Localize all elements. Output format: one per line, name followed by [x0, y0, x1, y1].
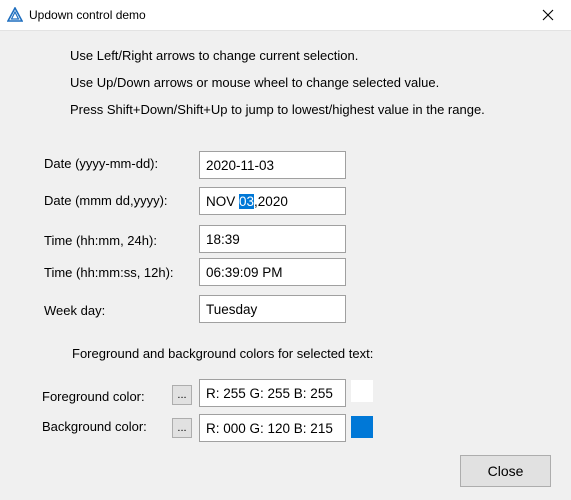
time-12-label: Time (hh:mm:ss, 12h): — [44, 265, 174, 280]
date-long-year: ,2020 — [254, 193, 288, 209]
window-title: Updown control demo — [29, 8, 146, 22]
background-color-value: R: 000 G: 120 B: 215 — [206, 420, 333, 436]
week-day-label: Week day: — [44, 303, 106, 318]
background-color-swatch — [351, 416, 373, 438]
date-long-month: NOV — [206, 193, 240, 209]
date-long-field[interactable]: NOV 03,2020 — [199, 187, 346, 215]
foreground-color-picker-button[interactable]: ... — [172, 385, 192, 405]
close-button[interactable]: Close — [460, 455, 551, 487]
time-12-value: 06:39:09 PM — [206, 264, 283, 280]
week-day-field[interactable]: Tuesday — [199, 295, 346, 323]
background-color-field[interactable]: R: 000 G: 120 B: 215 — [199, 414, 346, 442]
background-color-picker-button[interactable]: ... — [172, 418, 192, 438]
instruction-line-2: Use Up/Down arrows or mouse wheel to cha… — [70, 75, 440, 90]
foreground-color-field[interactable]: R: 255 G: 255 B: 255 — [199, 379, 346, 407]
instruction-line-3: Press Shift+Down/Shift+Up to jump to low… — [70, 102, 485, 117]
week-day-value: Tuesday — [206, 301, 258, 317]
foreground-color-value: R: 255 G: 255 B: 255 — [206, 385, 333, 401]
triangle-logo-icon — [7, 7, 23, 22]
foreground-color-label: Foreground color: — [42, 389, 145, 404]
date-iso-label: Date (yyyy-mm-dd): — [44, 156, 159, 171]
time-24-value: 18:39 — [206, 231, 240, 247]
date-iso-field[interactable]: 2020-11-03 — [199, 151, 346, 179]
time-24-label: Time (hh:mm, 24h): — [44, 233, 157, 248]
time-12-field[interactable]: 06:39:09 PM — [199, 258, 346, 286]
foreground-color-swatch — [351, 380, 373, 402]
time-24-field[interactable]: 18:39 — [199, 225, 346, 253]
date-iso-value: 2020-11-03 — [206, 157, 275, 173]
date-long-label: Date (mmm dd,yyyy): — [44, 193, 168, 208]
colors-heading: Foreground and background colors for sel… — [72, 346, 374, 361]
date-long-day-selected: 03 — [239, 193, 255, 209]
title-bar: Updown control demo — [0, 0, 571, 31]
background-color-label: Background color: — [42, 419, 147, 434]
instruction-line-1: Use Left/Right arrows to change current … — [70, 48, 359, 63]
window-close-button[interactable] — [525, 0, 571, 30]
close-icon — [542, 9, 554, 21]
